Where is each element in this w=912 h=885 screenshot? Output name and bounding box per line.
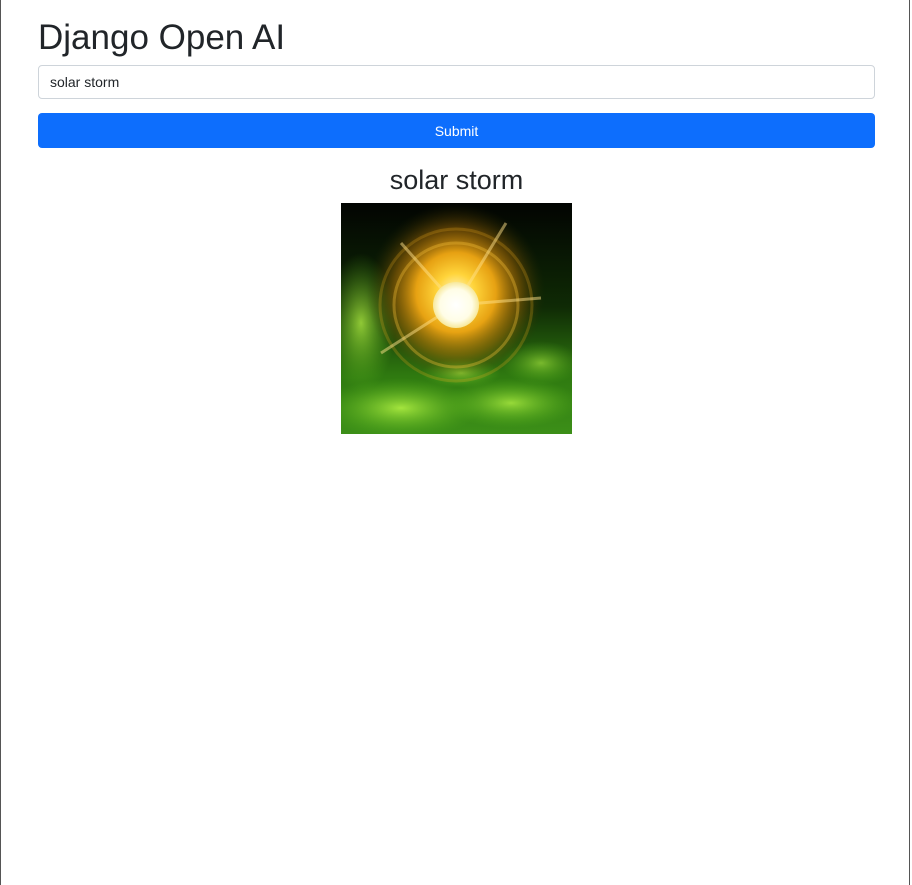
page-title: Django Open AI (38, 18, 286, 57)
generated-image (341, 203, 572, 434)
prompt-input[interactable] (38, 65, 875, 99)
submit-button[interactable]: Submit (38, 113, 875, 148)
result-title: solar storm (389, 165, 524, 195)
